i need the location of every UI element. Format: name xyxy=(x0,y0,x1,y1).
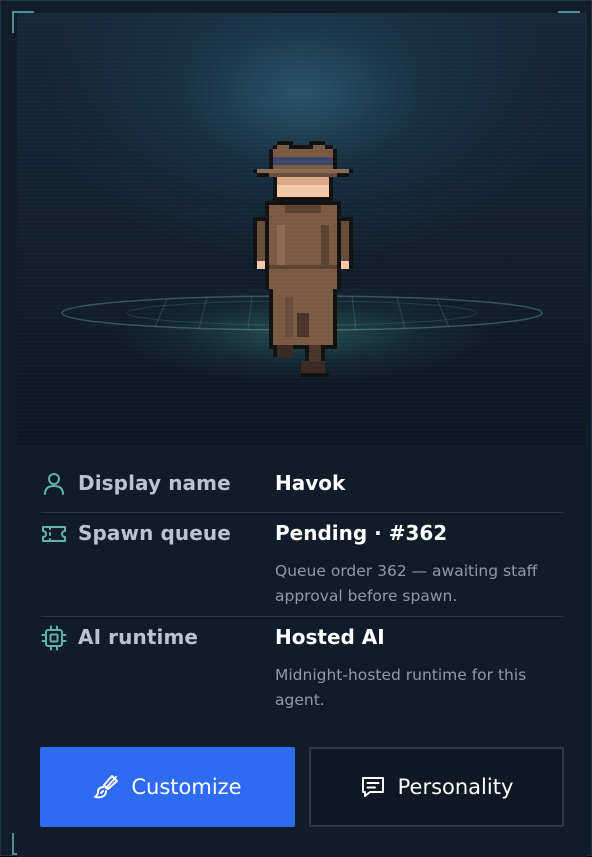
customize-button[interactable]: Customize xyxy=(40,747,295,827)
detail-row-ai-runtime: AI runtime Hosted AI Midnight-hosted run… xyxy=(41,617,564,717)
agent-card: Display name Havok Spawn queue Pending ·… xyxy=(0,0,592,857)
ticket-icon xyxy=(42,526,66,542)
detail-note: Midnight-hosted runtime for this agent. xyxy=(275,666,527,709)
detail-label: Spawn queue xyxy=(78,521,231,545)
detail-row-spawn-queue: Spawn queue Pending · #362 Queue order 3… xyxy=(41,513,564,617)
personality-button-label: Personality xyxy=(397,775,514,799)
detail-value: Havok xyxy=(275,471,346,495)
platform-ring xyxy=(61,295,543,331)
platform-glow xyxy=(107,283,497,383)
detail-label: AI runtime xyxy=(78,625,199,649)
detail-label: Display name xyxy=(78,471,231,495)
user-icon xyxy=(44,473,64,495)
cpu-chip-icon xyxy=(41,625,67,651)
paintbrush-icon xyxy=(94,775,119,799)
pixel-detective-sprite xyxy=(253,141,353,377)
personality-button[interactable]: Personality xyxy=(309,747,564,827)
detail-value: Pending · #362 xyxy=(275,521,448,545)
agent-details-panel: Display name Havok Spawn queue Pending ·… xyxy=(17,445,587,857)
customize-button-label: Customize xyxy=(131,775,242,799)
chat-bubble-icon xyxy=(361,777,384,797)
detail-row-display-name: Display name Havok xyxy=(41,463,564,513)
detail-value: Hosted AI xyxy=(275,625,385,649)
avatar-stage xyxy=(17,13,587,445)
detail-note: Queue order 362 — awaiting staff approva… xyxy=(275,562,538,605)
